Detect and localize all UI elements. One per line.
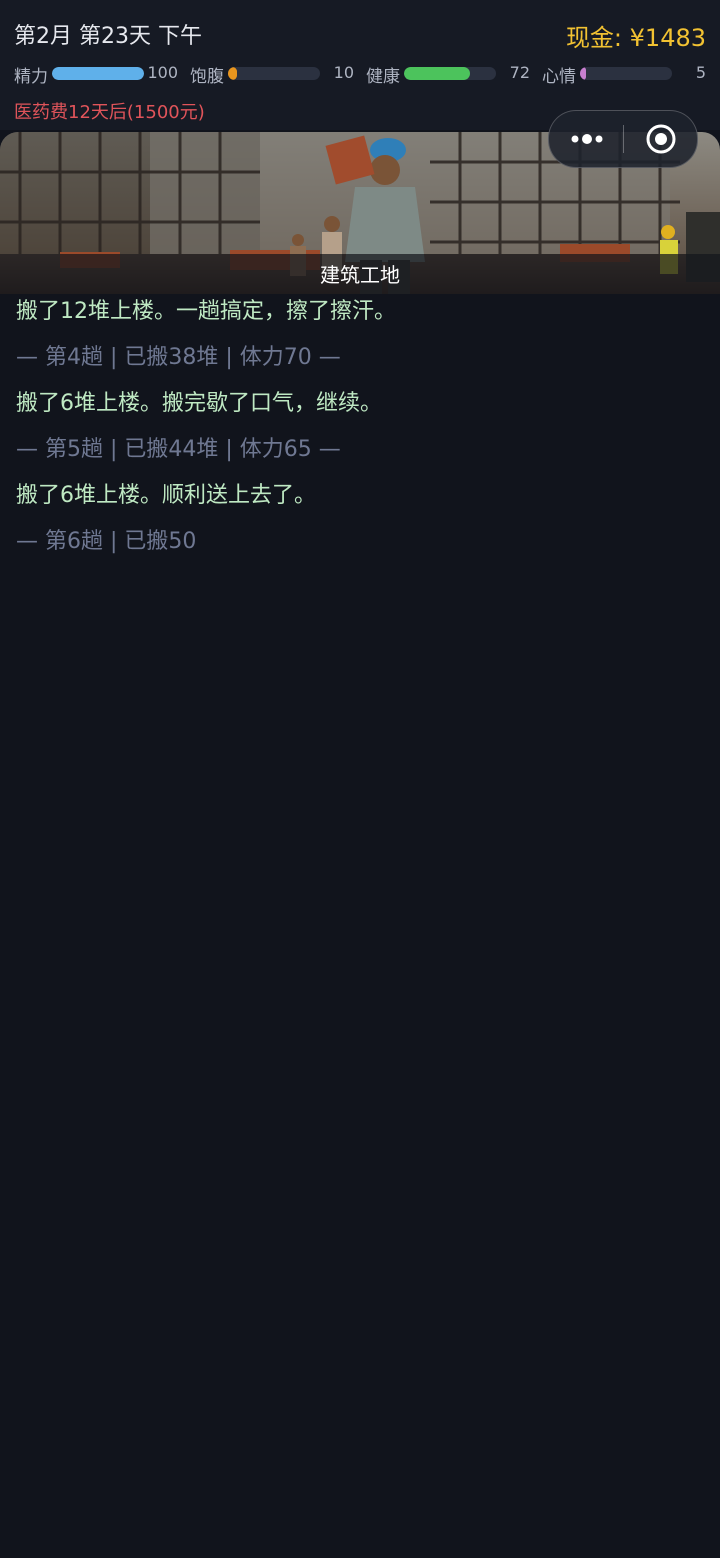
energy-bar-fill [52,67,144,80]
medical-fee-notice: 医药费12天后(1500元) [14,102,205,123]
log-line: 搬了12堆上楼。一趟搞定，擦了擦汗。 [16,299,396,324]
log-line: — 第6趟 | 已搬50 [16,529,197,554]
game-date: 第2月 第23天 下午 [14,24,202,49]
stat-label: 饱腹 [190,67,224,87]
stat-label: 精力 [14,67,48,87]
stat-value: 5 [695,63,706,82]
mood-bar-fill [580,67,586,80]
fullness-bar-fill [228,67,238,80]
stat-label: 心情 [542,67,576,87]
capsule-divider [623,125,624,153]
event-log: 搬了12堆上楼。一趟搞定，擦了擦汗。 — 第4趟 | 已搬38堆 | 体力70 … [16,294,706,570]
stat-value: 72 [509,63,530,82]
health-bar-fill [404,67,471,80]
stat-label: 健康 [366,67,400,87]
stat-value: 10 [333,63,354,82]
log-line: 搬了6堆上楼。搬完歇了口气，继续。 [16,391,382,416]
stats-row: 精力 100 饱腹 10 健康 72 心情 5 [14,62,706,87]
log-line: 搬了6堆上楼。顺利送上去了。 [16,483,316,508]
stat-health: 健康 72 [366,62,532,87]
miniprogram-capsule [548,110,698,168]
more-dots-icon[interactable] [567,127,607,151]
stat-energy: 精力 100 [14,62,180,87]
mood-bar [580,67,672,80]
caption-bar: 建筑工地 [0,254,720,294]
target-icon[interactable] [645,123,677,155]
stat-fullness: 饱腹 10 [190,62,356,87]
stat-value: 100 [147,63,178,82]
cash-display: 现金: ¥1483 [565,24,706,52]
log-line: — 第4趟 | 已搬38堆 | 体力70 — [16,345,341,370]
health-bar [404,67,496,80]
energy-bar [52,67,144,80]
log-line: — 第5趟 | 已搬44堆 | 体力65 — [16,437,341,462]
fullness-bar [228,67,320,80]
stat-mood: 心情 5 [542,62,706,87]
location-caption: 建筑工地 [320,263,400,287]
